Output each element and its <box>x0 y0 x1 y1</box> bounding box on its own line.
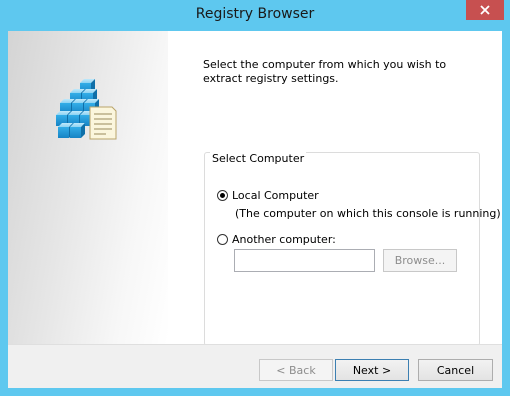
registry-browser-window: Registry Browser Select the computer fro… <box>0 0 510 396</box>
local-computer-label: Local Computer <box>232 189 319 202</box>
computer-name-input[interactable] <box>234 249 375 272</box>
select-computer-group-label: Select Computer <box>210 152 307 165</box>
title-bar[interactable]: Registry Browser <box>0 0 510 31</box>
back-button[interactable]: < Back <box>259 359 333 381</box>
instructions-text: Select the computer from which you wish … <box>203 58 447 85</box>
registry-icon <box>56 79 117 140</box>
another-computer-option[interactable]: Another computer: <box>217 233 336 246</box>
dialog-client-area: Select the computer from which you wish … <box>8 31 502 388</box>
local-computer-option[interactable]: Local Computer <box>217 189 319 202</box>
another-computer-label: Another computer: <box>232 233 336 246</box>
local-computer-note: (The computer on which this console is r… <box>235 207 501 220</box>
close-button[interactable] <box>466 0 504 20</box>
window-title: Registry Browser <box>195 6 315 22</box>
browse-button[interactable]: Browse... <box>383 249 457 272</box>
next-button[interactable]: Next > <box>335 359 409 381</box>
wizard-footer: < Back Next > Cancel <box>8 345 502 388</box>
wizard-side-panel <box>8 31 168 344</box>
close-icon <box>480 5 490 15</box>
cancel-button[interactable]: Cancel <box>418 359 493 381</box>
another-computer-radio[interactable] <box>217 234 228 245</box>
local-computer-radio[interactable] <box>217 190 228 201</box>
